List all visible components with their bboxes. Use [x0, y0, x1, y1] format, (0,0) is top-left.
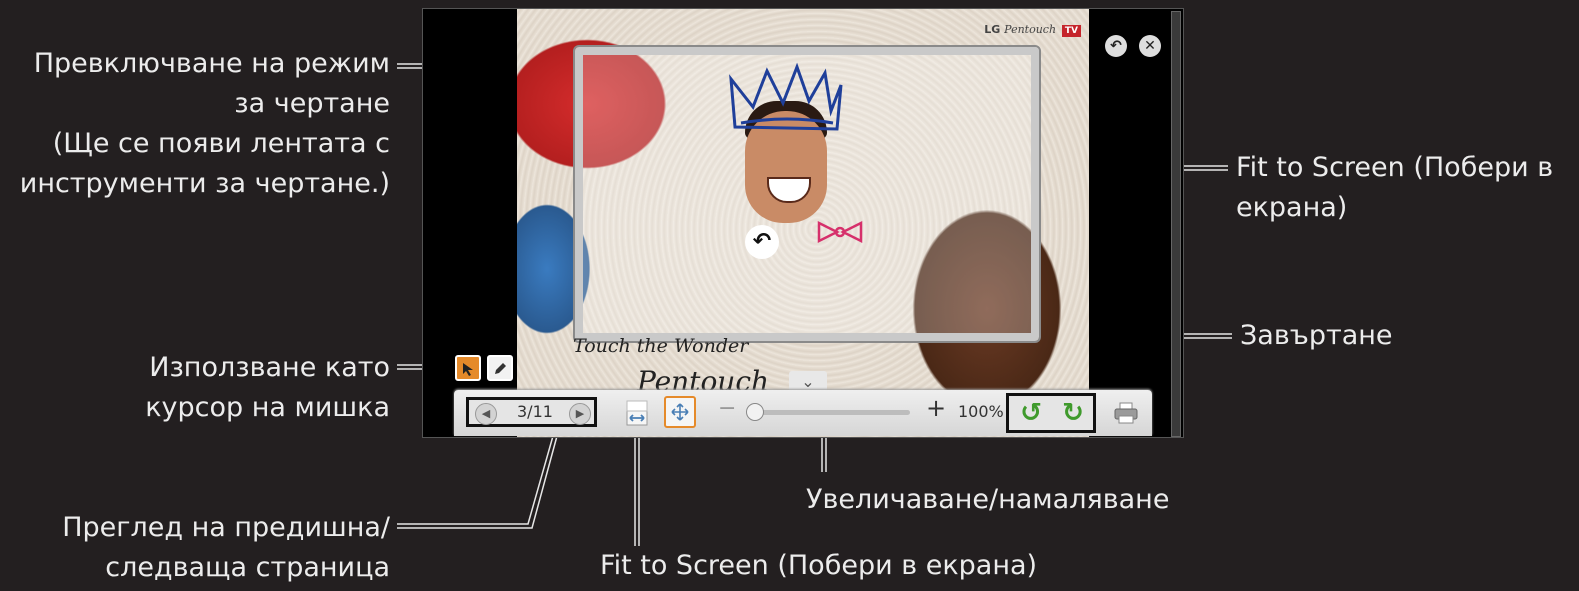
logo-pentouch: Pentouch: [1004, 23, 1057, 36]
page-indicator: 3/11: [517, 402, 553, 421]
callout-prev-next-line2: следваща страница: [105, 552, 390, 583]
callout-fit-screen-top: Fit to Screen (Побери в екрана): [1236, 148, 1553, 228]
callout-drawing-mode-line4: инструменти за чертане.): [19, 168, 390, 199]
callout-drawing-mode-line3: (Ще се появи лентата с: [52, 128, 390, 159]
rotate-left-icon[interactable]: ↺: [1013, 398, 1049, 428]
callout-drawing-mode-line1: Превключване на режим: [33, 48, 390, 79]
callout-fit-screen-bottom: Fit to Screen (Побери в екрана): [600, 550, 1038, 581]
viewer-photo: ↶ LG Pentouch TV Touch the Wonder Pentou…: [517, 9, 1089, 437]
pentouch-viewer-window: ↶ LG Pentouch TV Touch the Wonder Pentou…: [422, 8, 1184, 438]
previous-page-button[interactable]: ◀: [475, 403, 497, 425]
pen-icon: [495, 363, 506, 374]
lg-pentouch-logo: LG Pentouch TV: [984, 23, 1081, 37]
undo-overlay-icon[interactable]: ↶: [745, 225, 779, 259]
photo-caption-line1: Touch the Wonder: [573, 335, 749, 357]
callout-drawing-mode-line2: за чертане: [234, 88, 390, 119]
close-icon[interactable]: ✕: [1139, 35, 1161, 57]
fit-to-screen-button[interactable]: [664, 396, 696, 428]
undo-icon[interactable]: ↶: [1105, 35, 1127, 57]
cursor-arrow-icon: [463, 363, 473, 376]
zoom-out-button[interactable]: −: [718, 396, 736, 421]
callout-mouse-cursor: Използване като курсор на мишка: [145, 348, 390, 428]
fit-width-icon[interactable]: [626, 400, 648, 426]
logo-lg: LG: [984, 23, 1001, 36]
callout-drawing-mode: Превключване на режим за чертане (Ще се …: [20, 44, 390, 204]
callout-fit-screen-top-line2: екрана): [1236, 192, 1348, 223]
callout-mouse-cursor-line1: Използване като: [149, 352, 390, 383]
next-page-button[interactable]: ▶: [569, 403, 591, 425]
printer-icon[interactable]: [1114, 402, 1138, 424]
page-navigator: ◀ 3/11 ▶: [466, 397, 597, 427]
drawing-mode-button[interactable]: [487, 355, 513, 381]
callout-prev-next: Преглед на предишна/ следваща страница: [62, 508, 390, 588]
vertical-scrollbar[interactable]: [1171, 11, 1181, 437]
callout-mouse-cursor-line2: курсор на мишка: [145, 392, 390, 423]
callout-rotate: Завъртане: [1240, 320, 1393, 351]
zoom-slider[interactable]: [746, 403, 910, 421]
callout-zoom: Увеличаване/намаляване: [806, 484, 1170, 515]
rotate-right-icon[interactable]: ↻: [1055, 398, 1091, 428]
crown-doodle: [729, 62, 843, 131]
zoom-slider-knob[interactable]: [746, 403, 764, 421]
fit-screen-icon: [671, 403, 689, 421]
rotate-controls: ↺ ↻: [1006, 393, 1096, 433]
logo-tv-badge: TV: [1061, 25, 1081, 37]
zoom-level: 100%: [958, 402, 1004, 421]
callout-fit-screen-top-line1: Fit to Screen (Побери в: [1236, 152, 1554, 183]
zoom-in-button[interactable]: +: [926, 394, 946, 422]
viewer-toolbar: ◀ 3/11 ▶ − + 100% ↺ ↻: [454, 390, 1152, 436]
bowtie-doodle: [817, 220, 863, 244]
callout-prev-next-line1: Преглед на предишна/: [62, 512, 390, 543]
mouse-cursor-mode-button[interactable]: [455, 355, 481, 381]
